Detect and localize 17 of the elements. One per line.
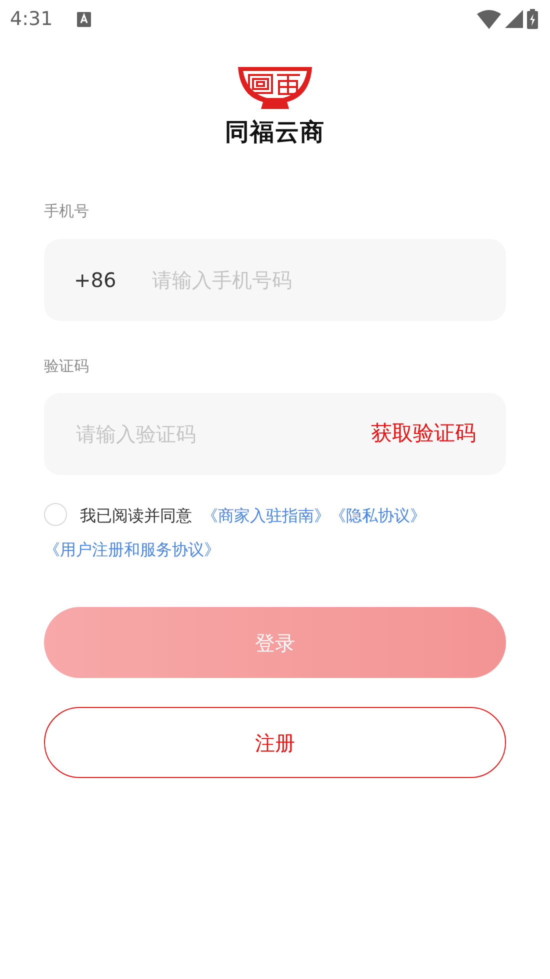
country-code[interactable]: +86 — [74, 264, 116, 294]
get-code-button[interactable]: 获取验证码 — [371, 418, 476, 450]
wifi-icon — [477, 10, 501, 28]
agreement-link[interactable]: 《用户注册和服务协议》 — [44, 540, 220, 559]
phone-label: 手机号 — [44, 201, 90, 222]
brand-name: 同福云商 — [225, 117, 325, 148]
register-button[interactable]: 注册 — [44, 707, 506, 778]
agreement-link[interactable]: 《隐私协议》 — [330, 506, 426, 525]
agreement-link[interactable]: 《商家入驻指南》 — [202, 506, 330, 525]
battery-icon — [527, 9, 538, 29]
keyboard-icon — [76, 12, 91, 26]
code-label: 验证码 — [44, 356, 90, 376]
status-time: 4:31 — [10, 6, 53, 32]
agreement-checkbox[interactable] — [44, 503, 67, 526]
signal-icon — [505, 10, 523, 28]
logo-icon — [237, 66, 313, 110]
agreement-text: 我已阅读并同意 — [80, 506, 192, 525]
